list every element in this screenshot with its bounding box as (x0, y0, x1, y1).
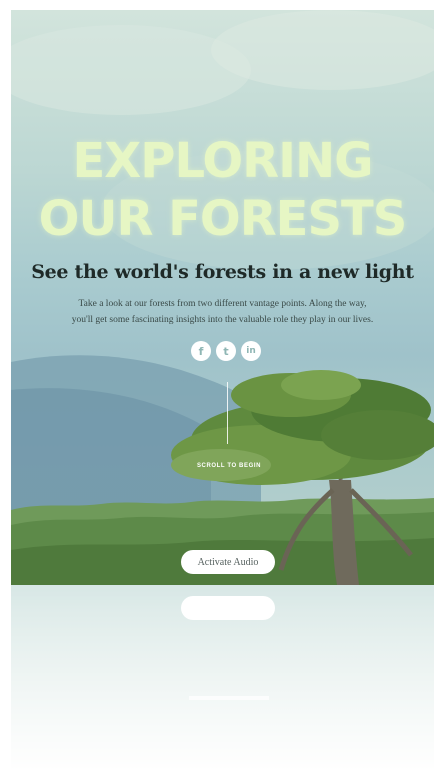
screenshot-frame: EXPLORING OUR FORESTS See the world's fo… (0, 0, 434, 770)
hero-scene: EXPLORING OUR FORESTS See the world's fo… (11, 10, 434, 585)
reflection-fade (11, 585, 434, 770)
hero-intro-line1: Take a look at our forests from two diff… (78, 299, 367, 309)
hero-subtitle: See the world's forests in a new light (31, 261, 414, 283)
hero-intro: Take a look at our forests from two diff… (11, 296, 434, 328)
hero-intro-line2: you'll get some fascinating insights int… (71, 315, 374, 325)
scroll-indicator-line (227, 382, 228, 444)
linkedin-icon[interactable]: in (241, 341, 261, 361)
hero-title-line1: EXPLORING (72, 133, 373, 189)
mirror-reflection (11, 585, 434, 770)
hero-title: EXPLORING OUR FORESTS (11, 132, 434, 248)
activate-audio-button[interactable]: Activate Audio (181, 550, 275, 574)
social-share-bar: f t in (191, 341, 261, 361)
hero-title-line2: OUR FORESTS (38, 191, 408, 247)
facebook-icon[interactable]: f (191, 341, 211, 361)
twitter-icon[interactable]: t (216, 341, 236, 361)
scroll-to-begin-link[interactable]: SCROLL TO BEGIN (189, 463, 269, 469)
